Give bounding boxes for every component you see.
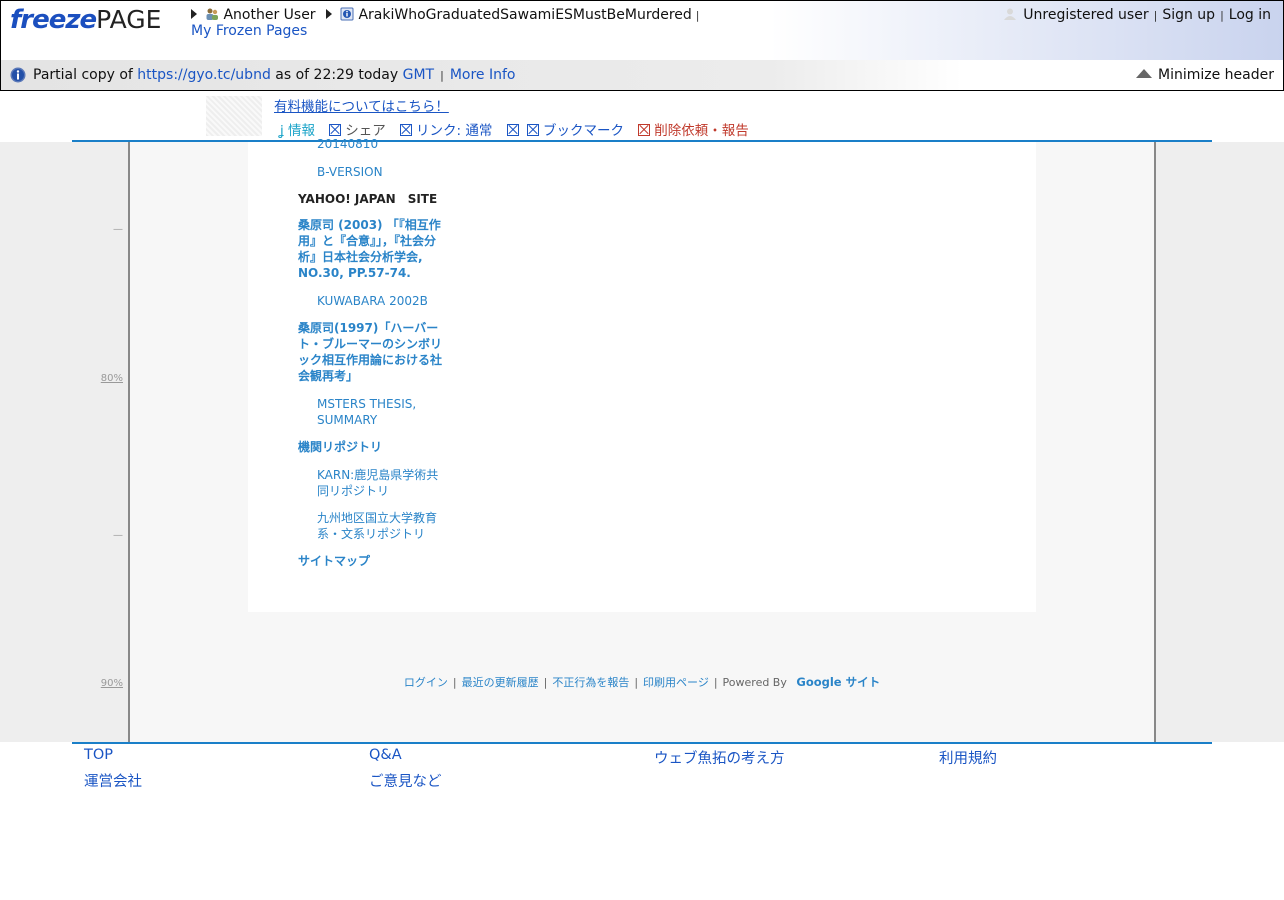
minimize-header-button[interactable]: Minimize header (1136, 67, 1274, 83)
recent-changes-link[interactable]: 最近の更新履歴 (462, 676, 539, 689)
footer-terms-link[interactable]: 利用規約 (939, 747, 997, 768)
logo-page-text: PAGE (96, 5, 162, 34)
info-bar: Partial copy of https://gyo.tc/ubnd as o… (1, 60, 1283, 90)
print-page-link[interactable]: 印刷用ページ (643, 676, 709, 689)
ruler-mark: — (113, 530, 123, 541)
site-footer: ログイン | 最近の更新履歴 | 不正行為を報告 | 印刷用ページ | Powered By G… (128, 674, 1156, 690)
broken-image-icon (329, 124, 342, 136)
separator: | (695, 9, 700, 22)
footer-feedback-link[interactable]: ご意見など (369, 770, 442, 791)
freezepage-header: freezePAGE Another User ArakiWhoGraduate… (0, 0, 1284, 91)
timezone-link[interactable]: GMT (403, 67, 434, 83)
info-icon (10, 67, 26, 83)
frame-bottom-border (72, 742, 1212, 744)
separator: | (452, 676, 457, 689)
nav-item[interactable]: 桑原司 (2003) 「『相互作用』と『合意』」，『社会分析』日本社会分析学会,… (298, 217, 448, 281)
log-in-link[interactable]: Log in (1229, 7, 1271, 23)
footer-top-link[interactable]: TOP (84, 747, 113, 763)
broken-image-icon (400, 124, 413, 136)
separator: | (543, 676, 548, 689)
partial-copy-text: Partial copy of https://gyo.tc/ubnd as o… (33, 67, 515, 83)
partial-copy-label: Partial copy of (33, 67, 133, 83)
nav-item[interactable]: B-VERSION (298, 164, 383, 180)
broken-image-icon (526, 124, 539, 136)
bookmark-label: ブックマーク (542, 123, 624, 139)
separator: | (440, 69, 444, 82)
arrow-up-icon (1136, 69, 1152, 78)
nav-item[interactable]: KARN:鹿児島県学術共同リポジトリ (298, 467, 447, 499)
separator: | (1153, 9, 1158, 22)
broken-image-icon (506, 124, 519, 136)
chevron-right-icon (191, 9, 197, 19)
google-label: Google (796, 675, 842, 689)
separator: | (713, 676, 718, 689)
google-sites-link[interactable]: Google サイト (796, 675, 880, 689)
broken-image-icon (638, 124, 651, 136)
link-button[interactable]: リンク: 通常 (400, 123, 492, 139)
crumb-page-title: ArakiWhoGraduatedSawamiESMustBeMurdered (358, 7, 692, 23)
login-link[interactable]: ログイン (404, 676, 448, 689)
nav-item[interactable]: 桑原司(1997)「ハーバート・ブルーマーのシンボリック相互作用論における社会観… (298, 320, 448, 384)
separator: | (634, 676, 639, 689)
footer-company-link[interactable]: 運営会社 (84, 770, 142, 791)
my-frozen-pages-link[interactable]: My Frozen Pages (191, 23, 307, 39)
nav-item[interactable]: 20140810 (298, 136, 378, 148)
nav-item[interactable]: 機関リポジトリ (298, 439, 382, 455)
timestamp-label: as of 22:29 today (275, 67, 399, 83)
ruler-mark: — (113, 224, 123, 235)
ruler-90-percent: 90% (100, 678, 123, 689)
user-area: Unregistered user | Sign up | Log in (1003, 7, 1271, 23)
more-info-link[interactable]: More Info (450, 67, 516, 83)
footer-philosophy-link[interactable]: ウェブ魚拓の考え方 (654, 747, 785, 768)
sign-up-link[interactable]: Sign up (1162, 7, 1215, 23)
report-abuse-link[interactable]: 不正行為を報告 (552, 676, 629, 689)
footer-qa-link[interactable]: Q&A (369, 747, 402, 763)
delete-report-label: 削除依頼・報告 (654, 123, 749, 139)
logo-freeze-text: freeze (10, 5, 97, 35)
delete-report-button[interactable]: 削除依頼・報告 (638, 123, 749, 139)
nav-heading: YAHOO! JAPAN SITE (298, 192, 438, 206)
page-info-icon (340, 7, 354, 21)
unregistered-user-label: Unregistered user (1023, 7, 1149, 23)
source-url-link[interactable]: https://gyo.tc/ubnd (137, 67, 271, 83)
breadcrumb: Another User ArakiWhoGraduatedSawamiESMu… (191, 7, 700, 23)
powered-by-label: Powered By (722, 676, 787, 689)
paperclip-icon: ʝ (280, 123, 284, 139)
ruler-80-percent: 80% (100, 373, 123, 384)
thumbnail-placeholder (206, 96, 262, 136)
chevron-right-icon (326, 9, 333, 19)
sites-label: サイト (845, 675, 881, 689)
nav-item[interactable]: KUWABARA 2002B (298, 293, 428, 309)
bookmark-button[interactable]: ブックマーク (506, 123, 624, 139)
paid-features-link[interactable]: 有料機能についてはこちら！ (274, 95, 449, 115)
nav-item[interactable]: サイトマップ (298, 553, 370, 569)
crumb-user-link[interactable]: Another User (223, 7, 315, 23)
minimize-header-label: Minimize header (1158, 67, 1274, 83)
link-label: リンク: 通常 (416, 123, 493, 139)
freezepage-logo[interactable]: freezePAGE (10, 5, 161, 35)
nav-item[interactable]: MSTERS THESIS, SUMMARY (298, 396, 437, 428)
users-icon (206, 8, 219, 20)
user-icon (1004, 8, 1017, 20)
nav-item[interactable]: 九州地区国立大学教育系・文系リポジトリ (298, 510, 447, 542)
separator: | (1220, 9, 1224, 22)
